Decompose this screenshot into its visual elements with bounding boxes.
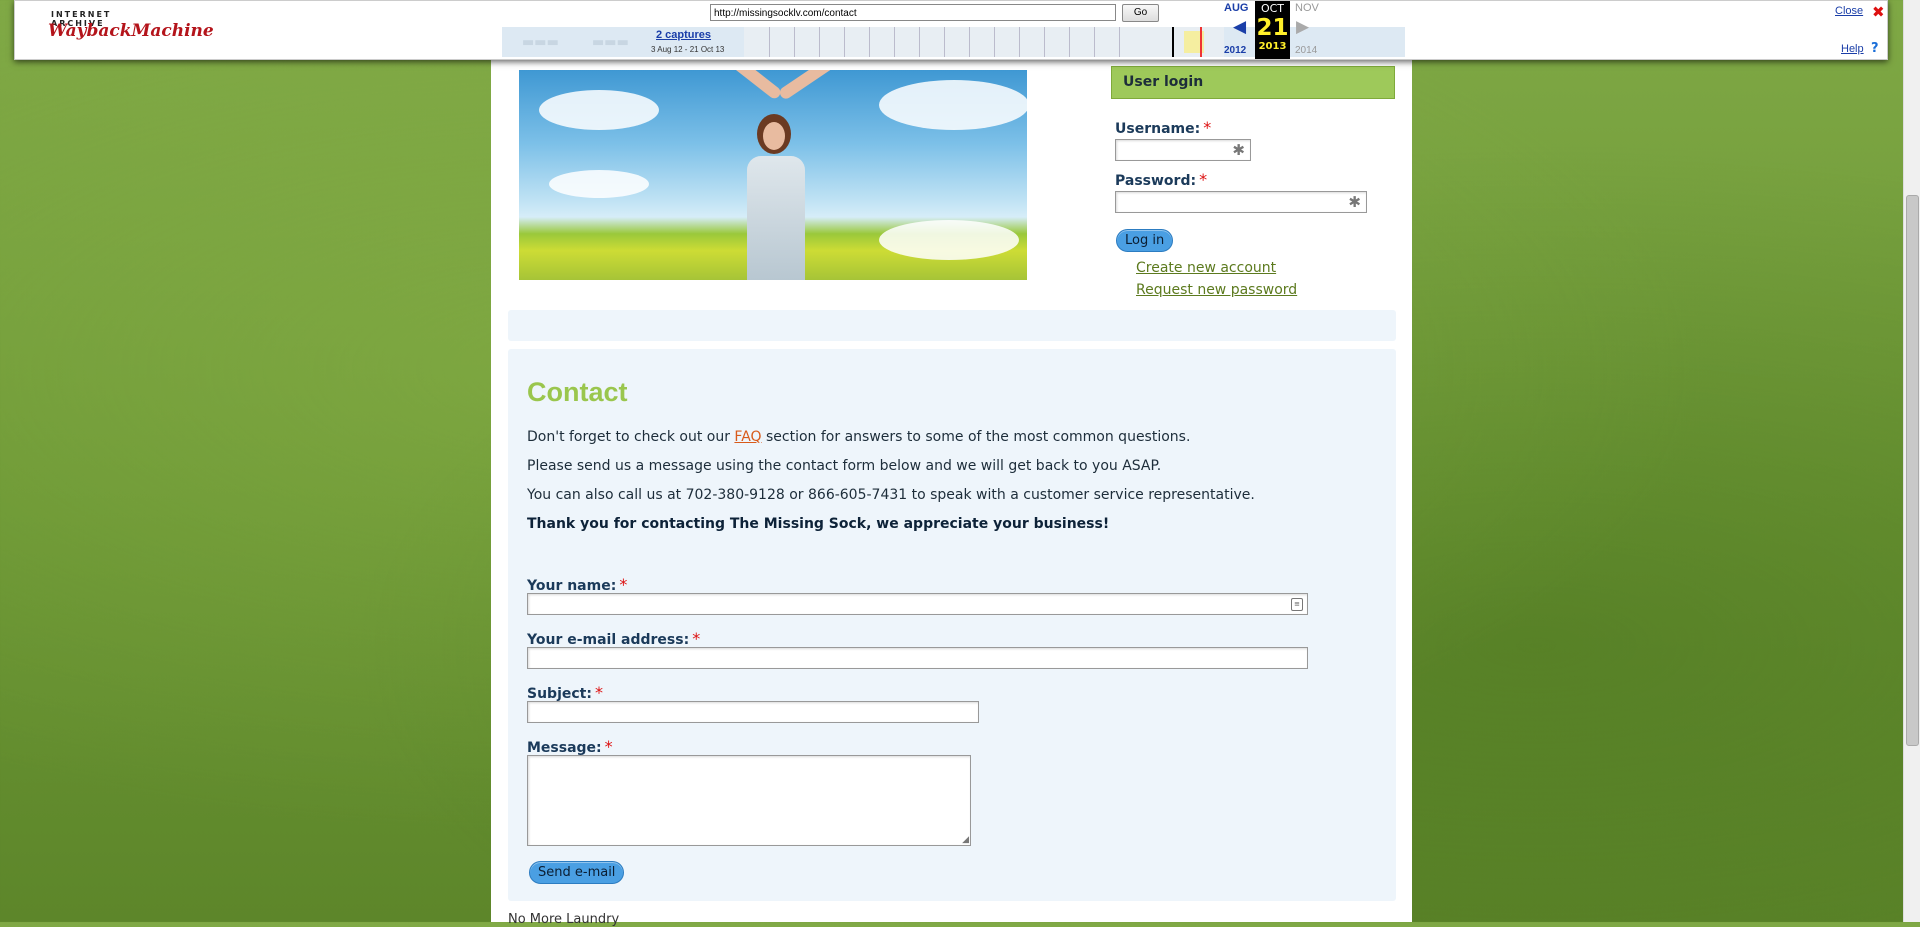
current-year: 2013 (1258, 41, 1287, 52)
faq-paragraph-text-end: section for answers to some of the most … (761, 429, 1191, 445)
prev-year-label[interactable]: 2012 (1224, 45, 1246, 56)
help-icon[interactable]: ? (1871, 41, 1879, 56)
prev-month-label[interactable]: AUG (1224, 2, 1248, 14)
log-in-button[interactable]: Log in (1116, 229, 1174, 252)
subject-input[interactable] (527, 701, 979, 723)
email-label: Your e-mail address: (527, 632, 690, 648)
contact-content: Contact Don't forget to check out our FA… (508, 349, 1396, 901)
current-month: OCT (1260, 2, 1285, 15)
ghost-nav: ▬▬▬ (592, 35, 629, 50)
thank-you-paragraph: Thank you for contacting The Missing Soc… (527, 516, 1110, 532)
required-marker: * (692, 629, 701, 648)
page-scrollbar[interactable] (1903, 0, 1920, 922)
faq-link[interactable]: FAQ (734, 429, 761, 445)
content-band (508, 310, 1396, 341)
user-login-title: User login (1111, 66, 1395, 99)
header-image (519, 70, 1027, 280)
wayback-logo[interactable]: INTERNET ARCHIVE WaybackMachine (35, 7, 214, 49)
wayback-go-button[interactable]: Go (1122, 4, 1159, 22)
asterisk-icon: ✱ (1232, 141, 1245, 159)
ghost-nav: ▬▬▬ (522, 35, 559, 50)
resize-handle-icon[interactable]: ◢ (962, 835, 969, 845)
page-title: Contact (527, 377, 628, 407)
faq-paragraph-text: Don't forget to check out our (527, 429, 735, 445)
current-capture-date: OCT 21 2013 (1255, 1, 1290, 59)
footer-text: No More Laundry (508, 912, 620, 927)
current-capture-marker (1200, 27, 1202, 57)
request-password-link[interactable]: Request new password (1136, 282, 1297, 298)
required-marker: * (604, 737, 613, 756)
password-input[interactable]: ✱ (1115, 191, 1367, 213)
wayback-help-link[interactable]: Help (1841, 43, 1864, 55)
message-textarea[interactable]: ◢ (527, 755, 971, 846)
required-marker: * (1199, 170, 1208, 189)
capture-timeline[interactable] (744, 27, 1224, 57)
next-capture-arrow-icon: ▶ (1296, 17, 1310, 37)
password-label: Password: (1115, 173, 1197, 189)
required-marker: * (1203, 118, 1212, 137)
email-input[interactable] (527, 647, 1308, 669)
message-label: Message: (527, 740, 602, 756)
next-year-label: 2014 (1295, 45, 1318, 56)
wayback-url-input[interactable]: http://missingsocklv.com/contact (710, 4, 1116, 21)
contact-card-icon: ≡ (1291, 598, 1303, 611)
current-day: 21 (1256, 15, 1289, 41)
phone-paragraph: You can also call us at 702-380-9128 or … (527, 487, 1255, 503)
create-account-link[interactable]: Create new account (1136, 260, 1276, 276)
faq-paragraph: Don't forget to check out our FAQ sectio… (527, 429, 1190, 445)
wayback-toolbar: INTERNET ARCHIVE WaybackMachine ▬▬▬ ▬▬▬ … (14, 0, 1888, 60)
username-label: Username: (1115, 121, 1201, 137)
username-input[interactable]: ✱ (1115, 139, 1251, 161)
user-login-block: User login Username: * ✱ Password: * ✱ Log… (1111, 66, 1395, 298)
captures-link[interactable]: 2 captures (656, 29, 711, 41)
asterisk-icon: ✱ (1348, 193, 1361, 211)
name-input[interactable]: ≡ (527, 593, 1308, 615)
scrollbar-thumb[interactable] (1906, 195, 1919, 746)
next-month-label: NOV (1295, 2, 1319, 14)
close-icon[interactable]: ✖ (1872, 3, 1885, 21)
required-marker: * (594, 683, 603, 702)
wayback-logo-main: WaybackMachine (48, 21, 214, 41)
name-label: Your name: (527, 578, 617, 594)
message-paragraph: Please send us a message using the conta… (527, 458, 1162, 474)
subject-label: Subject: (527, 686, 592, 702)
captures-range: 3 Aug 12 - 21 Oct 13 (651, 45, 725, 54)
prev-capture-arrow-icon[interactable]: ◀ (1233, 17, 1246, 37)
capture-marker (1172, 27, 1174, 57)
send-email-button[interactable]: Send e-mail (529, 861, 625, 884)
required-marker: * (619, 575, 628, 594)
wayback-close-link[interactable]: Close (1835, 5, 1863, 17)
